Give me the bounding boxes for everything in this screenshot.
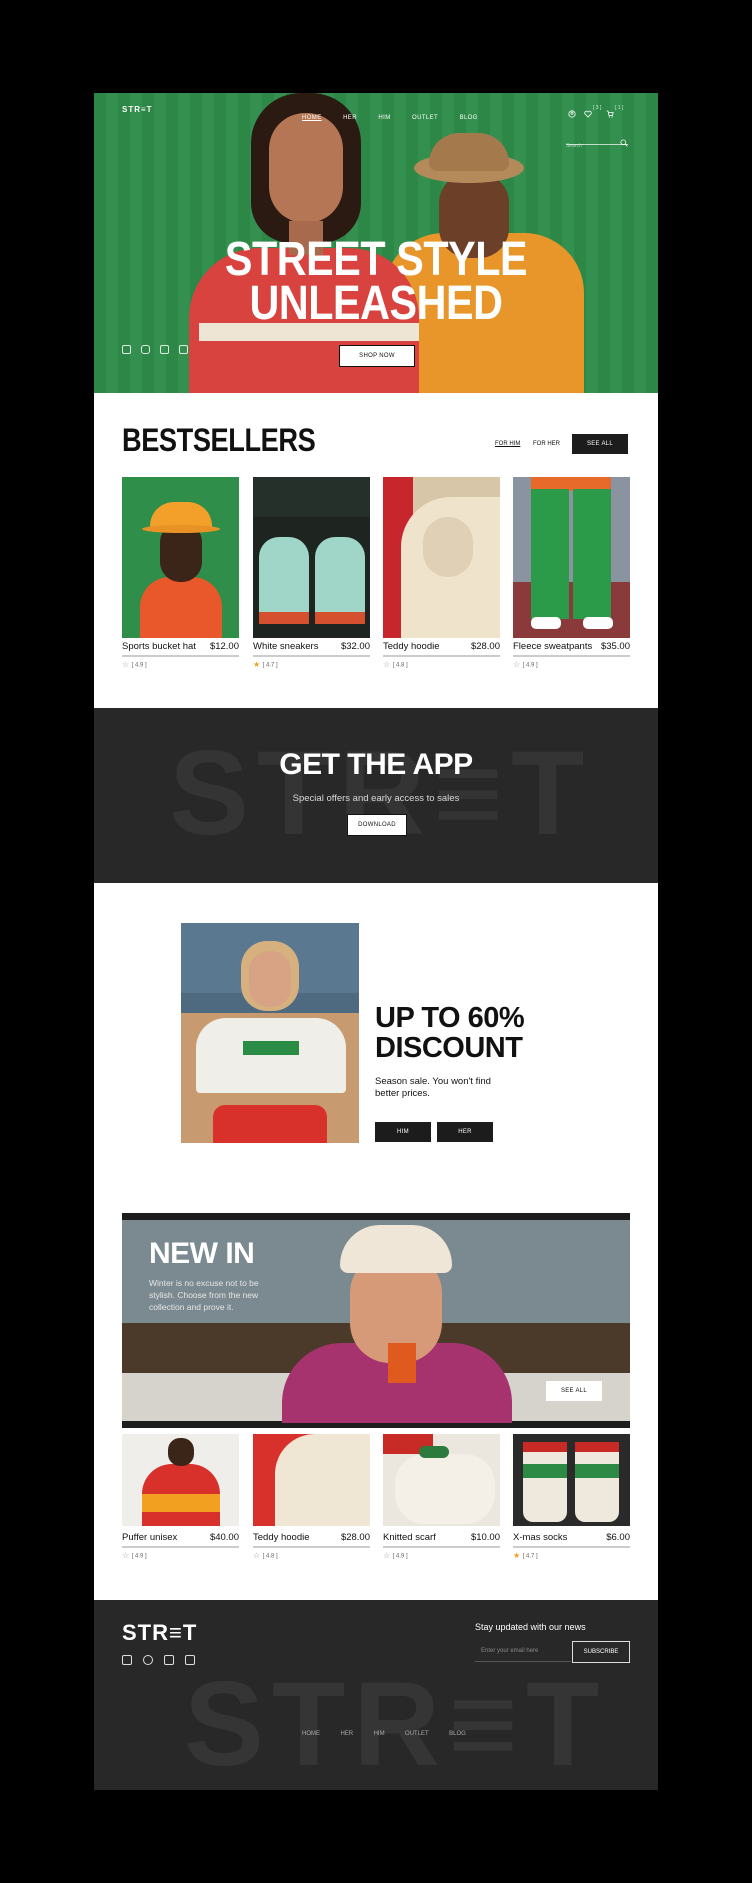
discount-text: Season sale. You won't find better price… [375,1076,491,1099]
instagram-icon[interactable] [122,1655,132,1665]
new-product-name-3[interactable]: Knitted scarf [383,1532,436,1543]
new-in-text: Winter is no excuse not to be stylish. C… [149,1278,259,1312]
footer-nav: HOME HER HIM OUTLET BLOG [302,1722,466,1740]
nav-blog[interactable]: BLOG [460,115,478,121]
discount-title: UP TO 60% DISCOUNT [375,1002,525,1064]
filter-for-her[interactable]: FOR HER [533,441,560,447]
app-title: GET THE APP [279,748,473,781]
star-outline-icon: ☆ [383,1551,391,1560]
page: STR≡T HOME HER HIM OUTLET BLOG [ 3 ] [ 1… [94,93,658,1790]
footer-nav-home[interactable]: HOME [302,1731,320,1737]
new-in-section: NEW IN Winter is no excuse not to be sty… [94,1213,658,1600]
product-name-1[interactable]: Sports bucket hat [122,641,196,652]
footer-nav-outlet[interactable]: OUTLET [405,1731,429,1737]
newsletter-title: Stay updated with our news [475,1622,586,1632]
instagram-icon[interactable] [122,345,131,354]
cart-count: [ 1 ] [615,105,624,111]
new-product-price-4: $6.00 [606,1532,630,1543]
product-image-sweatpants[interactable] [513,477,630,638]
product-rating-2: ★ [ 4.7 ] [253,660,278,669]
star-outline-icon: ☆ [122,1551,130,1560]
footer: STR≡T STR≡T Stay updated with our news E… [94,1600,658,1790]
new-product-rating-2: ☆ [ 4.8 ] [253,1551,278,1560]
bestsellers-section: BESTSELLERS FOR HIM FOR HER SEE ALL Spor… [94,393,658,708]
app-subtitle: Special offers and early access to sales [292,793,460,804]
new-product-rating-3: ☆ [ 4.9 ] [383,1551,408,1560]
x-twitter-icon[interactable] [164,1655,174,1665]
new-in-title: NEW IN [149,1237,255,1270]
product-image-bucket-hat[interactable] [122,477,239,638]
product-price-1: $12.00 [209,641,239,652]
product-price-2: $32.00 [340,641,370,652]
footer-nav-him[interactable]: HIM [374,1731,385,1737]
email-placeholder: Enter your email here [481,1648,539,1654]
wishlist-icon[interactable] [584,105,592,123]
star-outline-icon: ☆ [383,660,391,669]
product-image-puffer[interactable] [122,1434,239,1526]
new-product-price-2: $28.00 [340,1532,370,1543]
product-image-xmas-socks[interactable] [513,1434,630,1526]
product-price-3: $28.00 [470,641,500,652]
social-icons [122,345,188,354]
new-product-name-2[interactable]: Teddy hoodie [253,1532,310,1543]
nav-home[interactable]: HOME [302,115,322,121]
new-product-price-3: $10.00 [470,1532,500,1543]
footer-social-icons [122,1655,195,1665]
product-rating-1: ☆ [ 4.9 ] [122,660,147,669]
new-product-price-1: $40.00 [209,1532,239,1543]
new-product-rating-1: ☆ [ 4.9 ] [122,1551,147,1560]
new-product-name-4[interactable]: X-mas socks [513,1532,567,1543]
star-outline-icon: ☆ [253,1551,261,1560]
bestsellers-title: BESTSELLERS [122,422,316,458]
nav-her[interactable]: HER [343,115,357,121]
bestsellers-see-all-button[interactable]: SEE ALL [572,434,628,454]
star-filled-icon: ★ [513,1551,521,1560]
hero-section: STR≡T HOME HER HIM OUTLET BLOG [ 3 ] [ 1… [94,93,658,393]
shop-now-button[interactable]: SHOP NOW [339,345,415,367]
product-rating-3: ☆ [ 4.8 ] [383,660,408,669]
product-image-sneakers[interactable] [253,477,370,638]
x-twitter-icon[interactable] [160,345,169,354]
star-filled-icon: ★ [253,660,261,669]
email-field[interactable]: Enter your email here [475,1641,571,1662]
product-rating-4: ☆ [ 4.9 ] [513,660,538,669]
nav-him[interactable]: HIM [378,115,390,121]
nav-outlet[interactable]: OUTLET [412,115,438,121]
subscribe-button[interactable]: SUBSCRIBE [572,1641,630,1663]
account-icon[interactable] [568,105,576,123]
product-image-teddy-hoodie[interactable] [383,477,500,638]
discount-section: UP TO 60% DISCOUNT Season sale. You won'… [94,883,658,1213]
product-name-2[interactable]: White sneakers [253,641,318,652]
footer-nav-blog[interactable]: BLOG [449,1731,466,1737]
cart-icon[interactable] [606,105,614,123]
product-price-4: $35.00 [600,641,630,652]
discount-image [181,923,359,1143]
search-placeholder: Search [566,143,582,149]
tiktok-icon[interactable] [185,1655,195,1665]
new-product-rating-4: ★ [ 4.7 ] [513,1551,538,1560]
filter-for-him[interactable]: FOR HIM [495,441,520,447]
discount-him-button[interactable]: HIM [375,1122,431,1142]
star-outline-icon: ☆ [513,660,521,669]
discount-her-button[interactable]: HER [437,1122,493,1142]
header-logo[interactable]: STR≡T [122,105,153,114]
product-image-teddy-hoodie-2[interactable] [253,1434,370,1526]
youtube-icon[interactable] [143,1655,153,1665]
main-nav: HOME HER HIM OUTLET BLOG [302,106,495,124]
youtube-icon[interactable] [141,345,150,354]
download-button[interactable]: DOWNLOAD [347,814,407,836]
footer-nav-her[interactable]: HER [340,1731,353,1737]
hero-title: STREET STYLE UNLEASHED [224,233,528,330]
footer-logo[interactable]: STR≡T [122,1620,197,1646]
tiktok-icon[interactable] [179,345,188,354]
star-outline-icon: ☆ [122,660,130,669]
new-product-name-1[interactable]: Puffer unisex [122,1532,177,1543]
search-field[interactable]: Search [566,134,628,149]
new-in-see-all-button[interactable]: SEE ALL [546,1381,602,1401]
wishlist-count: [ 3 ] [593,105,602,111]
product-image-scarf[interactable] [383,1434,500,1526]
product-name-3[interactable]: Teddy hoodie [383,641,440,652]
get-the-app-section: STR≡T GET THE APP Special offers and ear… [94,708,658,883]
search-icon[interactable] [620,134,628,152]
